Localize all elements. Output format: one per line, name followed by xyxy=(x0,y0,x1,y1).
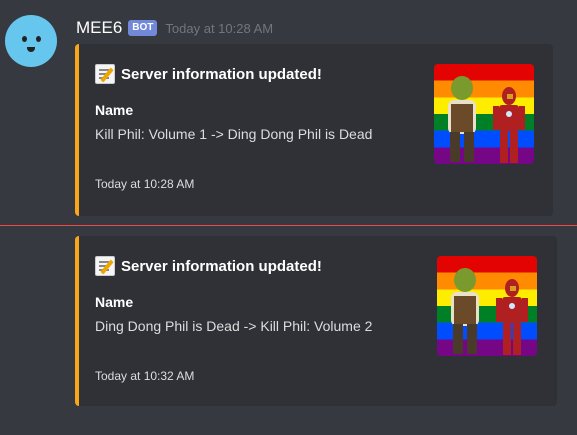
memo-icon xyxy=(95,64,115,84)
bot-tag: BOT xyxy=(128,20,158,36)
avatar-eye-right xyxy=(36,36,41,42)
ironman-figure-icon xyxy=(496,279,528,355)
embed-title: Server information updated! xyxy=(95,64,322,84)
memo-icon xyxy=(95,256,115,276)
shrek-figure-icon xyxy=(451,268,479,354)
embed-title: Server information updated! xyxy=(95,256,322,276)
embed-card: Server information updated! Name Kill Ph… xyxy=(75,44,553,216)
embed-title-text: Server information updated! xyxy=(121,65,322,83)
embed-title-text: Server information updated! xyxy=(121,257,322,275)
embed-thumbnail[interactable] xyxy=(437,256,537,356)
new-messages-divider xyxy=(0,225,577,226)
shrek-figure-icon xyxy=(448,76,476,162)
embed-footer-timestamp: Today at 10:28 AM xyxy=(95,177,195,191)
embed-field-value: Kill Phil: Volume 1 -> Ding Dong Phil is… xyxy=(95,126,373,142)
message-timestamp[interactable]: Today at 10:28 AM xyxy=(165,21,273,36)
embed-footer-timestamp: Today at 10:32 AM xyxy=(95,369,195,383)
embed-thumbnail[interactable] xyxy=(434,64,534,164)
embed-field-name: Name xyxy=(95,294,134,310)
embed-field-name: Name xyxy=(95,102,134,118)
embed-card: Server information updated! Name Ding Do… xyxy=(75,236,557,406)
avatar-eye-left xyxy=(22,36,27,42)
avatar[interactable] xyxy=(5,15,57,67)
author-name[interactable]: MEE6 xyxy=(76,18,122,38)
embed-field-value: Ding Dong Phil is Dead -> Kill Phil: Vol… xyxy=(95,318,373,334)
ironman-figure-icon xyxy=(493,87,525,163)
message-header: MEE6 BOT Today at 10:28 AM xyxy=(76,18,273,38)
avatar-mouth xyxy=(27,47,35,52)
